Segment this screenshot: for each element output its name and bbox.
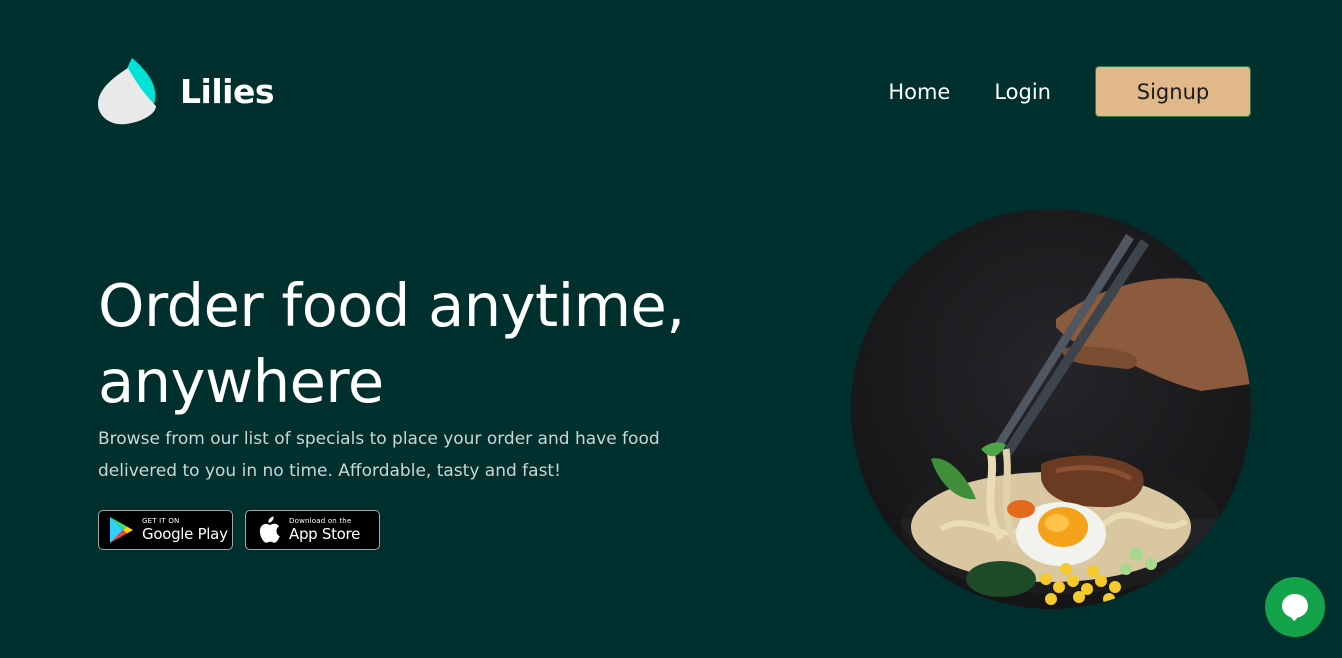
signup-button[interactable]: Signup bbox=[1095, 66, 1251, 117]
hero-title: Order food anytime, anywhere bbox=[98, 271, 685, 416]
apple-icon bbox=[259, 516, 280, 543]
google-play-badge[interactable]: GET IT ON Google Play bbox=[98, 510, 233, 550]
nav-home-link[interactable]: Home bbox=[888, 80, 950, 104]
google-play-big-text: Google Play bbox=[142, 525, 228, 543]
app-store-big-text: App Store bbox=[289, 525, 361, 543]
google-play-small-text: GET IT ON bbox=[142, 517, 180, 525]
nav-login-link[interactable]: Login bbox=[994, 80, 1051, 104]
store-badges: GET IT ON Google Play Download on the Ap… bbox=[98, 510, 380, 550]
ramen-bowl-illustration bbox=[851, 209, 1251, 609]
chat-button[interactable] bbox=[1265, 577, 1325, 637]
brand-logo[interactable]: Lilies bbox=[98, 56, 275, 126]
google-play-icon bbox=[110, 517, 133, 543]
hero-food-image bbox=[851, 209, 1251, 609]
hero-subtitle: Browse from our list of specials to plac… bbox=[98, 429, 660, 481]
app-store-small-text: Download on the bbox=[289, 517, 352, 525]
chat-bubble-icon bbox=[1282, 594, 1308, 621]
site-header: Lilies Home Login Signup bbox=[0, 0, 1342, 180]
app-store-badge[interactable]: Download on the App Store bbox=[245, 510, 380, 550]
main-nav: Home Login Signup bbox=[888, 66, 1251, 117]
brand-name: Lilies bbox=[180, 71, 275, 111]
leaf-drop-icon bbox=[98, 58, 156, 125]
